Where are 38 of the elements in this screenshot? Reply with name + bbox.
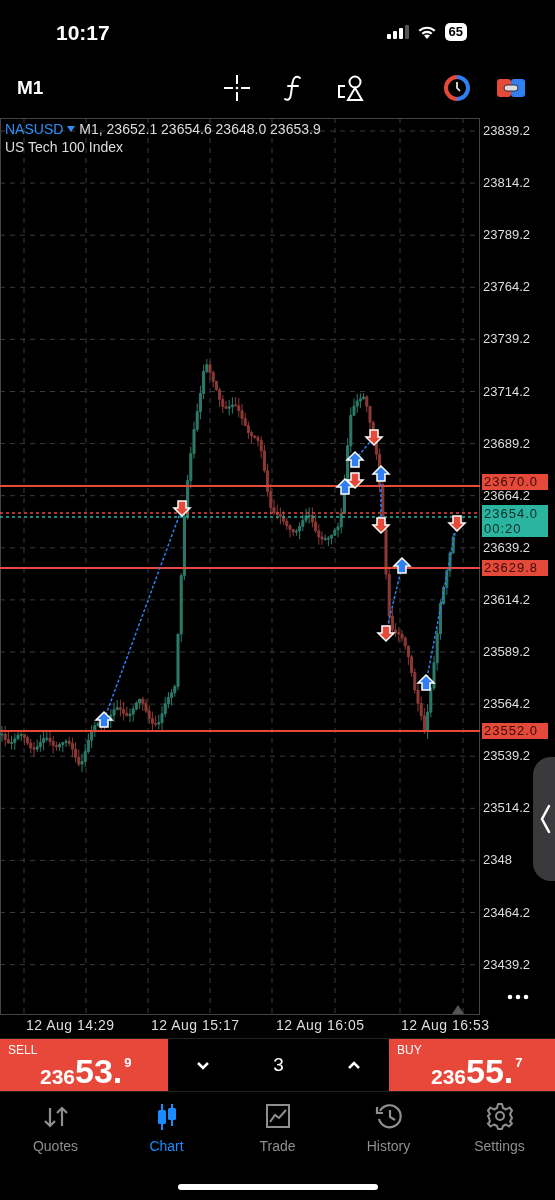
price-axis-label: 23614.2	[483, 592, 530, 607]
time-axis-label: 12 Aug 16:05	[276, 1016, 366, 1035]
bar-countdown: 00:20	[484, 521, 523, 536]
tab[interactable]: Chart	[111, 1102, 222, 1164]
price-axis-label: 23589.2	[483, 645, 530, 659]
tab[interactable]: Quotes	[0, 1102, 111, 1164]
price-axis-label: 23714.2	[483, 384, 530, 399]
status-time: 10:17	[56, 21, 110, 45]
tab[interactable]: Trade	[222, 1102, 333, 1164]
price-axis-label: 23814.2	[483, 176, 530, 191]
price-level-label: 23552.0	[482, 723, 548, 739]
price-axis-label: 23689.2	[483, 436, 530, 451]
current-price: 23654.0	[484, 506, 539, 521]
price-level-label: 23670.0	[482, 474, 548, 490]
volume-field[interactable]: 3	[273, 1054, 284, 1076]
tab[interactable]: History	[333, 1102, 444, 1164]
tab[interactable]: Settings	[444, 1102, 555, 1164]
price-axis-label: 23789.2	[483, 228, 530, 243]
price-axis-label: 23739.2	[483, 332, 530, 347]
battery-indicator: 65	[444, 23, 467, 41]
price-axis-label: 23439.2	[483, 957, 530, 972]
price-axis-label: 23764.2	[483, 280, 530, 295]
timeframe-button[interactable]: M1	[17, 77, 167, 99]
time-axis-label: 12 Aug 15:17	[151, 1016, 241, 1035]
price-axis-label: 23639.2	[483, 540, 530, 555]
instrument-description: US Tech 100 Index	[5, 139, 125, 155]
price-axis-label: 23664.2	[483, 488, 530, 503]
price-axis-label: 2348	[483, 853, 512, 868]
price-axis-label: 23564.2	[483, 697, 530, 712]
price-level-label: 23629.8	[482, 560, 548, 576]
price-axis-label: 23464.2	[483, 905, 530, 920]
symbol-link[interactable]: NASUSD	[5, 121, 64, 137]
price-axis-label: 23539.2	[483, 749, 530, 764]
price-axis-label: 23514.2	[483, 801, 530, 816]
ohlc-text: M1, 23652.1 23654.6 23648.0 23653.9	[79, 121, 321, 137]
price-axis-label: 23839.2	[483, 124, 530, 138]
time-axis-label: 12 Aug 14:29	[26, 1016, 116, 1035]
time-axis-label: 12 Aug 16:53	[401, 1016, 491, 1035]
